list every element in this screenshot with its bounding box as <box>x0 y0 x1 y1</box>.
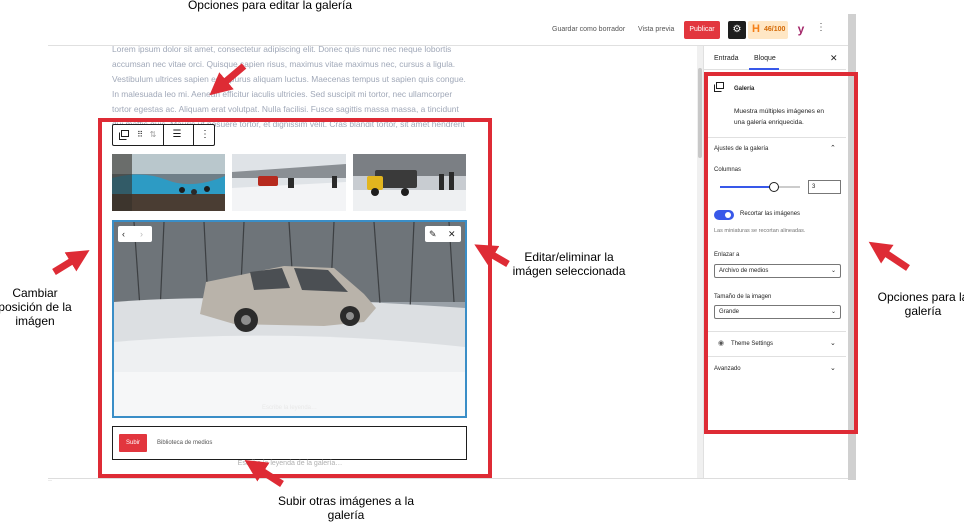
more-options-icon[interactable]: ⋮ <box>816 22 826 33</box>
editor-top-bar: Guardar como borrador Vista previa Publi… <box>48 14 856 46</box>
annotation-gallery-options: Opciones para la galería <box>877 290 964 318</box>
annotation-edit-gallery: Opciones para editar la galería <box>187 0 353 12</box>
preview-button[interactable]: Vista previa <box>638 26 674 33</box>
annotation-reorder-image: Cambiar posición de la imágen <box>0 286 72 328</box>
tab-block[interactable]: Bloque <box>754 55 776 62</box>
editor-footer-mark: ·· <box>48 478 52 484</box>
yoast-icon[interactable]: y <box>792 20 810 38</box>
seo-score-badge[interactable]: H 46/100 <box>748 21 788 39</box>
tab-post[interactable]: Entrada <box>714 55 739 62</box>
sidebar-tabs: Entrada Bloque ✕ <box>704 46 846 70</box>
settings-gear-icon[interactable]: ⚙ <box>728 21 746 39</box>
annotation-edit-delete-image: Editar/eliminar la imágen seleccionada <box>512 250 626 278</box>
gallery-highlight-box <box>98 118 492 478</box>
annotation-upload-images: Subir otras imágenes a la galería <box>277 494 415 522</box>
seo-plugin-icon: H <box>752 23 760 35</box>
publish-button[interactable]: Publicar <box>684 21 720 39</box>
seo-score-value: 46/100 <box>764 26 786 33</box>
close-icon[interactable]: ✕ <box>830 53 838 64</box>
sidebar-highlight-box <box>704 72 858 434</box>
save-draft-button[interactable]: Guardar como borrador <box>552 26 625 33</box>
